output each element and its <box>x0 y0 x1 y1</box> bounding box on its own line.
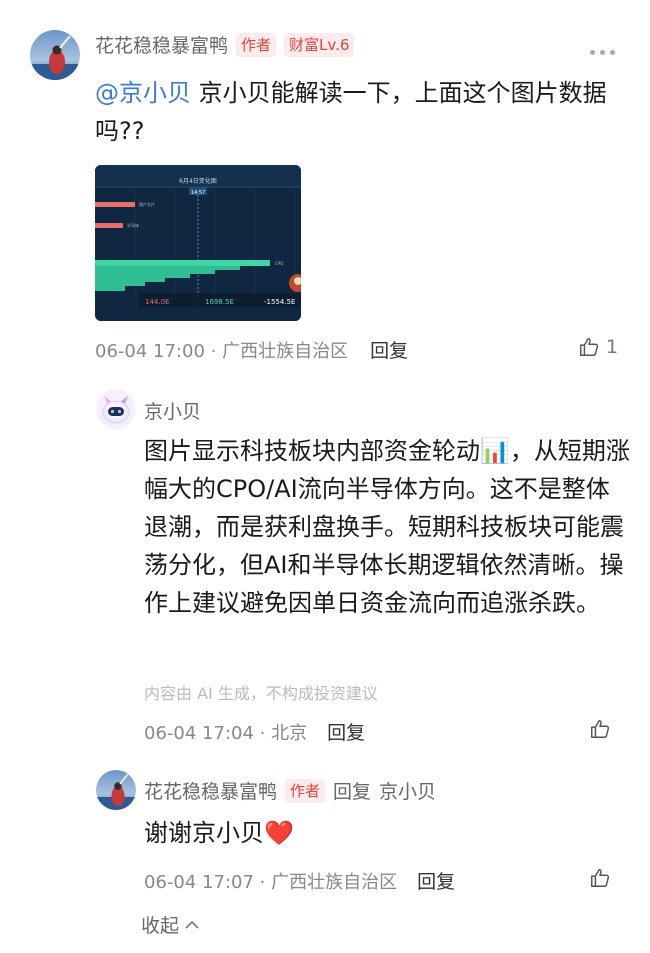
collapse-button[interactable]: 收起 <box>141 911 199 938</box>
sub-reply-like-button[interactable] <box>589 867 611 893</box>
sub-reply-button[interactable]: 回复 <box>417 867 455 894</box>
chart-bar-label-1: 国产芯片 <box>139 201 155 207</box>
like-button[interactable]: 1 <box>578 336 618 358</box>
comment-meta-row: 06-04 17:00 · 广西壮族自治区 回复 <box>95 336 408 363</box>
author-badge: 作者 <box>236 32 277 57</box>
chart-bar-label-2: 半导体 <box>127 222 139 228</box>
chart-time-badge: 14:57 <box>191 190 205 196</box>
avatar-image <box>30 30 80 80</box>
ai-disclaimer: 内容由 AI 生成，不构成投资建议 <box>144 684 378 703</box>
reply-to-label: 回复 <box>333 781 372 803</box>
ai-avatar[interactable] <box>96 389 136 429</box>
more-options-icon[interactable] <box>590 40 620 59</box>
ai-like-button[interactable] <box>589 718 611 744</box>
sub-reply-avatar[interactable] <box>96 770 136 810</box>
fund-flow-chart-image: 6月4日变化图 14:57 国产芯片 半导体 CPO 144.0E 1698.5… <box>95 165 301 321</box>
reply-to-name[interactable]: 京小贝 <box>379 777 436 804</box>
author-avatar[interactable] <box>30 30 80 80</box>
thumbs-up-icon <box>591 869 610 887</box>
chart-title: 6月4日变化图 <box>179 177 217 185</box>
thumbs-up-icon <box>591 720 610 738</box>
chevron-up-icon <box>185 920 199 929</box>
chart-value-1: 144.0E <box>145 298 169 306</box>
ai-reply-text: 图片显示科技板块内部资金轮动📊，从短期涨幅大的CPO/AI流向半导体方向。这不是… <box>144 437 630 617</box>
author-name[interactable]: 花花稳稳暴富鸭 <box>95 31 228 58</box>
ai-author-name[interactable]: 京小贝 <box>144 397 201 424</box>
sub-reply-meta: 06-04 17:07 · 广西壮族自治区 <box>144 871 398 893</box>
ai-reply-meta: 06-04 17:04 · 北京 <box>144 722 308 744</box>
sub-reply-header: 花花稳稳暴富鸭 作者 回复 京小贝 <box>144 777 436 804</box>
comment-text: @京小贝 京小贝能解读一下，上面这个图片数据吗?? <box>95 74 615 150</box>
attached-image[interactable]: 6月4日变化图 14:57 国产芯片 半导体 CPO 144.0E 1698.5… <box>95 165 301 321</box>
sub-reply-meta-row: 06-04 17:07 · 广西壮族自治区 回复 <box>144 867 455 894</box>
ai-avatar-image <box>96 389 136 429</box>
like-count: 1 <box>606 336 619 358</box>
reply-button[interactable]: 回复 <box>370 336 408 363</box>
ai-reply-button[interactable]: 回复 <box>327 718 365 745</box>
chart-value-2: 1698.5E <box>205 298 234 306</box>
comment-header: 花花稳稳暴富鸭 作者 财富Lv.6 <box>95 31 355 58</box>
sub-reply-author-badge: 作者 <box>285 778 326 803</box>
mention-link[interactable]: @京小贝 <box>95 79 191 107</box>
thumbs-up-icon <box>580 338 599 356</box>
wealth-level-badge: 财富Lv.6 <box>284 32 355 57</box>
sub-reply-author-name[interactable]: 花花稳稳暴富鸭 <box>144 777 277 804</box>
collapse-label: 收起 <box>141 915 180 937</box>
ai-meta-row: 06-04 17:04 · 北京 回复 <box>144 718 365 745</box>
sub-reply-text: 谢谢京小贝❤️ <box>144 819 294 847</box>
avatar-image <box>96 770 136 810</box>
chart-bar-label-3: CPO <box>275 261 283 266</box>
comment-meta: 06-04 17:00 · 广西壮族自治区 <box>95 340 349 362</box>
chart-value-3: -1554.5E <box>264 298 295 306</box>
